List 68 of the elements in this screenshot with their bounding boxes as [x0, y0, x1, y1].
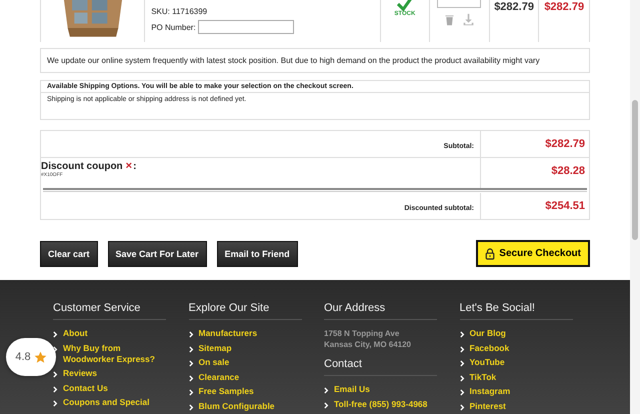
- discount-value: $28.28: [551, 165, 585, 177]
- footer-heading: Our Address: [324, 302, 386, 314]
- footer-link[interactable]: Coupons and Special: [63, 397, 150, 408]
- chevron-icon: [188, 346, 194, 352]
- chevron-icon: [53, 331, 58, 338]
- chevron-icon: [460, 389, 464, 396]
- star-icon: [34, 350, 47, 364]
- chevron-icon: [188, 331, 194, 338]
- chevron-icon: [188, 404, 194, 410]
- footer-link[interactable]: Free Samples: [198, 386, 254, 397]
- sku-text: SKU: 11716399: [151, 7, 208, 16]
- footer-link[interactable]: Contact Us: [63, 382, 108, 394]
- cart-button[interactable]: Save Cart For Later: [108, 240, 207, 266]
- chevron-icon: [324, 387, 329, 394]
- footer-heading: Contact: [324, 358, 363, 370]
- chevron-icon: [53, 386, 58, 392]
- chevron-icon: [460, 404, 464, 410]
- line-total: $282.79: [544, 1, 584, 15]
- lock-icon: [485, 248, 496, 260]
- chevron-icon: [460, 374, 464, 382]
- footer-heading: Explore Our Site: [188, 302, 270, 314]
- cart-button[interactable]: Clear cart: [40, 240, 98, 266]
- download-icon[interactable]: [462, 13, 476, 26]
- chevron-icon: [188, 360, 194, 367]
- check-icon: [396, 0, 414, 11]
- footer-link[interactable]: Email Us: [334, 384, 370, 395]
- footer-link[interactable]: On sale: [198, 357, 230, 368]
- footer-link[interactable]: Our Blog: [470, 328, 506, 339]
- trash-icon[interactable]: [443, 13, 456, 26]
- po-number-field[interactable]: [198, 20, 294, 34]
- footer-link[interactable]: Pinterest: [470, 400, 506, 412]
- footer-link[interactable]: YouTube: [470, 357, 505, 368]
- rating-value: 4.8: [15, 351, 31, 363]
- footer-link[interactable]: Manufacturers: [198, 328, 258, 339]
- chevron-icon: [53, 400, 58, 407]
- footer-link[interactable]: Clearance: [198, 372, 240, 382]
- footer-link[interactable]: Toll-free (855) 993-4968: [334, 398, 428, 410]
- address-line: 1758 N Topping Ave: [324, 328, 400, 339]
- chevron-icon: [460, 331, 464, 338]
- footer-link[interactable]: Sitemap: [198, 342, 232, 354]
- po-number-label: PO Number:: [151, 22, 196, 32]
- footer-link[interactable]: About: [63, 328, 88, 339]
- chevron-icon: [188, 374, 194, 382]
- address-line: Kansas City, MO 64120: [324, 339, 412, 350]
- chevron-icon: [53, 371, 58, 378]
- discounted-subtotal-value: $254.51: [545, 200, 585, 212]
- cart-button[interactable]: Email to Friend: [216, 240, 298, 266]
- footer-link[interactable]: Why Buy from Woodworker Express?: [63, 342, 166, 364]
- unit-price: $282.79: [494, 1, 534, 15]
- footer-heading: Let's Be Social!: [460, 302, 536, 314]
- scrollbar[interactable]: [630, 0, 640, 414]
- footer-link[interactable]: Reviews: [63, 368, 98, 379]
- colon-text: :: [133, 161, 136, 172]
- footer-link[interactable]: Facebook: [470, 342, 510, 354]
- chevron-icon: [460, 346, 464, 352]
- chevron-icon: [188, 389, 194, 396]
- chevron-icon: [460, 360, 464, 367]
- stock-notice: We update our online system frequently with latest stock position. But due to high demand on the product the product availability might vary: [47, 56, 540, 65]
- subtotal-value: $282.79: [545, 138, 585, 150]
- secure-checkout-button[interactable]: Secure Checkout: [476, 240, 590, 267]
- remove-coupon-button[interactable]: ×: [122, 161, 134, 172]
- discount-coupon-label: Discount coupon: [41, 161, 123, 172]
- rating-badge[interactable]: 4.8: [6, 338, 56, 376]
- footer-link[interactable]: Blum Configurable: [198, 400, 275, 412]
- footer-link[interactable]: Instagram: [470, 386, 510, 397]
- footer-heading: Customer Service: [53, 302, 142, 314]
- chevron-icon: [324, 402, 329, 408]
- footer-link[interactable]: TikTok: [470, 372, 496, 382]
